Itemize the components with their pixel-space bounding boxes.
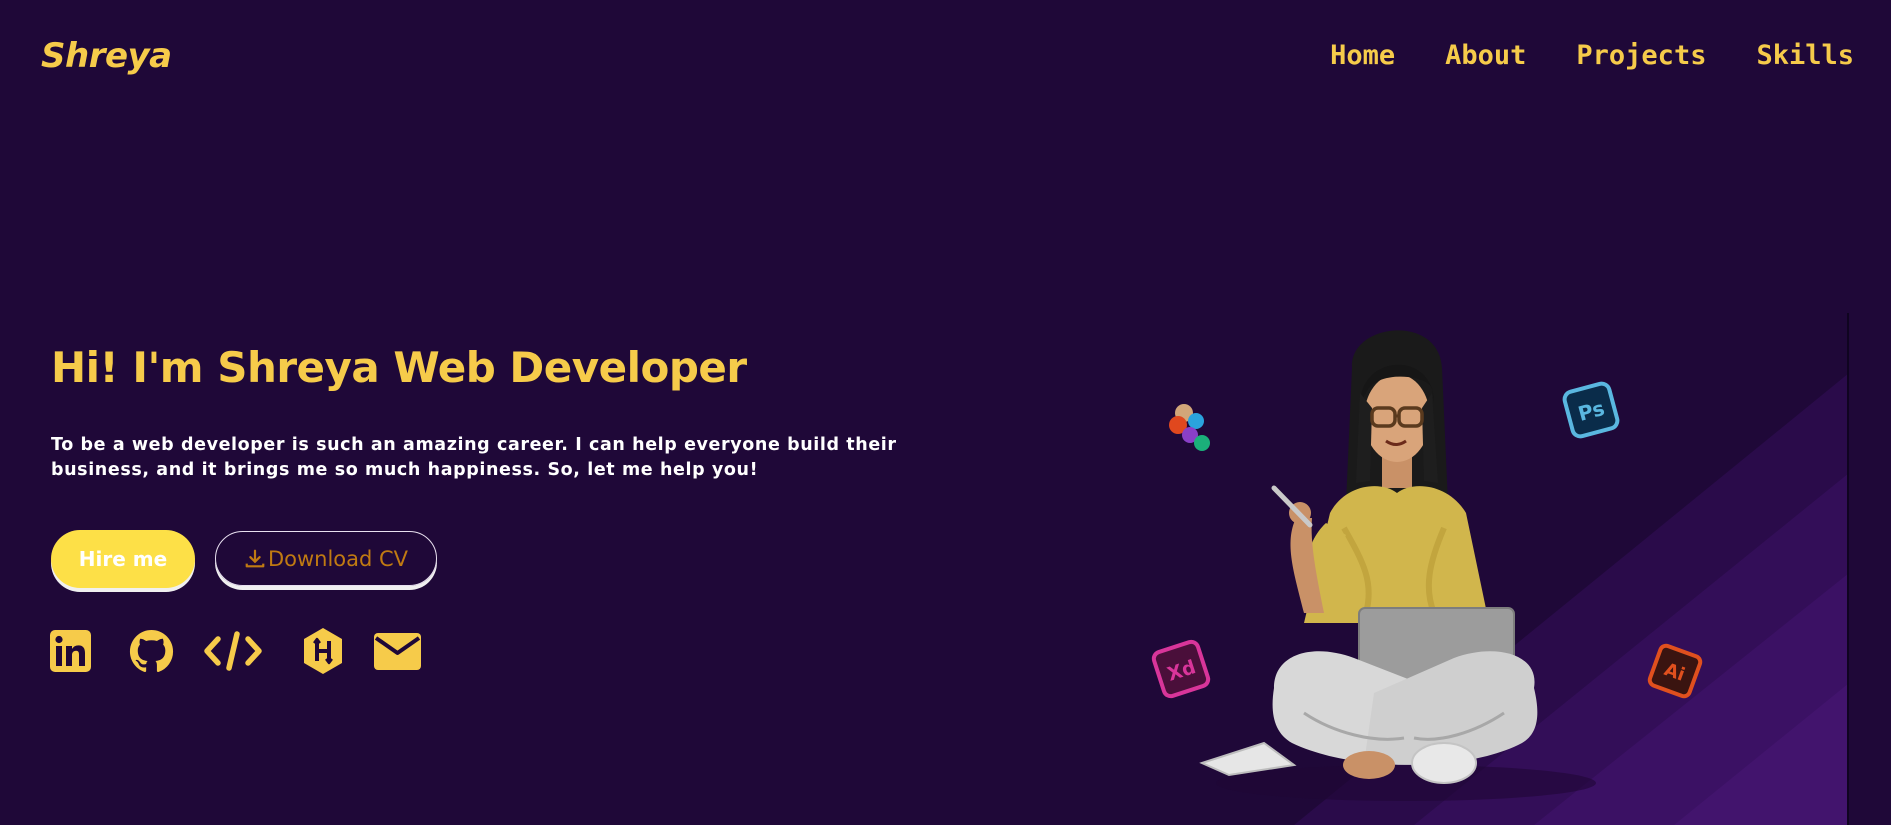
nav-projects-link[interactable]: Projects — [1576, 40, 1706, 71]
github-icon[interactable] — [129, 629, 174, 674]
code-icon[interactable] — [204, 631, 262, 671]
nav-skills-link[interactable]: Skills — [1756, 40, 1854, 71]
hero-illustration: Ps Xd Ai — [974, 313, 1849, 825]
email-icon[interactable] — [374, 632, 421, 670]
panel-edge — [1847, 313, 1849, 825]
hackerrank-icon[interactable] — [302, 628, 344, 674]
developer-illustration: Ps Xd Ai — [974, 313, 1849, 825]
nav-about-link[interactable]: About — [1445, 40, 1526, 71]
social-links — [50, 628, 421, 674]
hero-title: Hi! I'm Shreya Web Developer — [51, 343, 747, 392]
page: Shreya Home About Projects Skills Hi! I'… — [0, 0, 1891, 825]
download-cv-button[interactable]: Download CV — [215, 531, 437, 586]
photoshop-icon: Ps — [1562, 381, 1620, 439]
nav-home-link[interactable]: Home — [1330, 40, 1395, 71]
site-logo[interactable]: Shreya — [41, 36, 172, 76]
main-nav: Home About Projects Skills — [1330, 40, 1854, 71]
download-icon — [245, 549, 265, 567]
hire-me-button[interactable]: Hire me — [51, 530, 195, 588]
linkedin-icon[interactable] — [50, 630, 91, 672]
hero-description: To be a web developer is such an amazing… — [51, 435, 897, 480]
download-cv-label: Download CV — [267, 546, 409, 571]
